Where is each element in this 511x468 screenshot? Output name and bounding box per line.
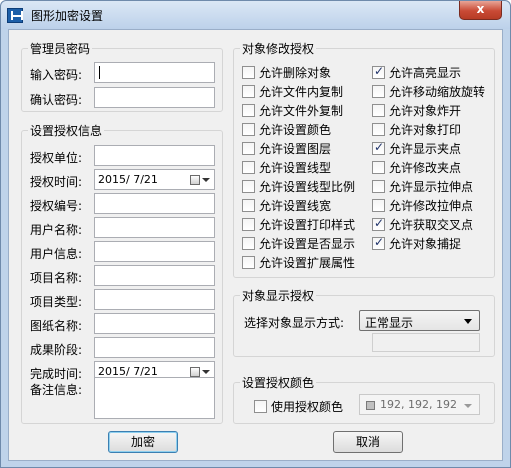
permission-label: 允许显示拉伸点 bbox=[389, 180, 474, 194]
permission-label: 允许设置线宽 bbox=[259, 199, 332, 213]
username-label: 用户名称: bbox=[30, 223, 83, 237]
drawing-name-label: 图纸名称: bbox=[30, 319, 83, 333]
checkbox-unchecked[interactable] bbox=[242, 256, 255, 269]
permission-label: 允许设置图层 bbox=[259, 142, 332, 156]
auth-color-value: 192, 192, 192 bbox=[380, 398, 457, 411]
permission-label: 允许对象打印 bbox=[389, 123, 462, 137]
auth-number-label: 授权编号: bbox=[30, 199, 83, 213]
color-swatch bbox=[366, 401, 375, 410]
project-type-input[interactable] bbox=[94, 289, 215, 310]
permission-label: 允许获取交叉点 bbox=[389, 218, 474, 232]
calendar-icon bbox=[190, 367, 200, 377]
remarks-label: 备注信息: bbox=[30, 383, 83, 397]
auth-number-input[interactable] bbox=[94, 193, 215, 214]
checkbox-checked[interactable] bbox=[372, 216, 385, 231]
checkbox-unchecked[interactable] bbox=[242, 85, 255, 98]
permission-label: 允许删除对象 bbox=[259, 66, 332, 80]
stage-label: 成果阶段: bbox=[30, 343, 83, 357]
permission-label: 允许设置扩展属性 bbox=[259, 256, 356, 270]
permission-label: 允许高亮显示 bbox=[389, 66, 462, 80]
permission-label: 允许显示夹点 bbox=[389, 142, 462, 156]
dialog-window: 图形加密设置 x 管理员密码 输入密码: 确认密码: 设置授权信息 授权单位: … bbox=[0, 0, 511, 468]
done-time-label: 完成时间: bbox=[30, 367, 83, 381]
checkbox-unchecked[interactable] bbox=[242, 123, 255, 136]
userinfo-label: 用户信息: bbox=[30, 247, 83, 261]
permission-label: 允许文件外复制 bbox=[259, 104, 344, 118]
username-input[interactable] bbox=[94, 217, 215, 238]
display-mode-select[interactable]: 正常显示 bbox=[359, 310, 480, 331]
permission-label: 允许对象捕捉 bbox=[389, 237, 462, 251]
checkbox-unchecked[interactable] bbox=[242, 237, 255, 250]
auth-time-picker[interactable]: 2015/ 7/21 bbox=[94, 169, 215, 190]
title-bar[interactable]: 图形加密设置 x bbox=[1, 1, 510, 29]
checkbox-unchecked[interactable] bbox=[242, 218, 255, 231]
checkbox-unchecked[interactable] bbox=[242, 199, 255, 212]
checkbox-box[interactable] bbox=[254, 400, 267, 413]
stage-input[interactable] bbox=[94, 337, 215, 358]
checkbox-unchecked[interactable] bbox=[372, 161, 385, 174]
checkbox-unchecked[interactable] bbox=[242, 161, 255, 174]
drawing-name-input[interactable] bbox=[94, 313, 215, 334]
admin-password-group-title: 管理员密码 bbox=[28, 40, 93, 57]
encrypt-button[interactable]: 加密 bbox=[108, 431, 178, 453]
password-input-label: 输入密码: bbox=[30, 68, 83, 82]
checkbox-unchecked[interactable] bbox=[372, 85, 385, 98]
checkbox-checked[interactable] bbox=[372, 140, 385, 155]
permission-label: 允许设置线型 bbox=[259, 161, 332, 175]
checkbox-unchecked[interactable] bbox=[242, 142, 255, 155]
chevron-down-icon bbox=[202, 178, 210, 182]
permission-label: 允许文件内复制 bbox=[259, 85, 344, 99]
dialog-client-area: 管理员密码 输入密码: 确认密码: 设置授权信息 授权单位: 授权时间: 201… bbox=[8, 29, 503, 461]
permission-label: 允许修改拉伸点 bbox=[389, 199, 474, 213]
app-icon bbox=[7, 8, 23, 23]
use-auth-color-label: 使用授权颜色 bbox=[271, 400, 344, 414]
checkbox-unchecked[interactable] bbox=[372, 180, 385, 193]
checkbox-unchecked[interactable] bbox=[242, 180, 255, 193]
project-name-input[interactable] bbox=[94, 265, 215, 286]
checkbox-checked[interactable] bbox=[372, 64, 385, 79]
auth-unit-input[interactable] bbox=[94, 145, 215, 166]
permission-label: 允许移动缩放旋转 bbox=[389, 85, 486, 99]
checkbox-unchecked[interactable] bbox=[372, 104, 385, 117]
checkbox-unchecked[interactable] bbox=[372, 199, 385, 212]
permission-label: 允许设置线型比例 bbox=[259, 180, 356, 194]
permission-label: 允许设置是否显示 bbox=[259, 237, 356, 251]
close-button[interactable]: x bbox=[459, 1, 502, 20]
password-confirm-input[interactable] bbox=[94, 87, 215, 108]
checkbox-unchecked[interactable] bbox=[372, 123, 385, 136]
password-input[interactable] bbox=[94, 62, 215, 83]
calendar-icon bbox=[190, 175, 200, 185]
auth-color-group-title: 设置授权颜色 bbox=[240, 374, 317, 391]
display-extra-field bbox=[372, 333, 480, 352]
project-type-label: 项目类型: bbox=[30, 295, 83, 309]
chevron-down-icon bbox=[202, 370, 210, 374]
permission-label: 允许对象炸开 bbox=[389, 104, 462, 118]
permission-label: 允许设置颜色 bbox=[259, 123, 332, 137]
userinfo-input[interactable] bbox=[94, 241, 215, 262]
checkbox-unchecked[interactable] bbox=[242, 66, 255, 79]
permissions-group-title: 对象修改授权 bbox=[240, 40, 317, 57]
permission-label: 允许设置打印样式 bbox=[259, 218, 356, 232]
display-mode-value: 正常显示 bbox=[365, 316, 414, 330]
auth-time-label: 授权时间: bbox=[30, 175, 83, 189]
checkbox-checked[interactable] bbox=[372, 235, 385, 250]
auth-info-group-title: 设置授权信息 bbox=[28, 122, 105, 139]
chevron-down-icon bbox=[464, 319, 472, 324]
cancel-button[interactable]: 取消 bbox=[333, 431, 403, 453]
permission-label: 允许修改夹点 bbox=[389, 161, 462, 175]
project-name-label: 项目名称: bbox=[30, 271, 83, 285]
remarks-textarea[interactable] bbox=[94, 377, 215, 419]
window-title: 图形加密设置 bbox=[31, 9, 104, 23]
checkbox-unchecked[interactable] bbox=[242, 104, 255, 117]
chevron-down-icon bbox=[464, 404, 472, 408]
display-auth-group-title: 对象显示授权 bbox=[240, 287, 317, 304]
auth-time-value: 2015/ 7/21 bbox=[98, 173, 158, 186]
auth-color-select: 192, 192, 192 bbox=[359, 394, 480, 415]
display-mode-label: 选择对象显示方式: bbox=[244, 316, 345, 330]
auth-unit-label: 授权单位: bbox=[30, 151, 83, 165]
text-caret bbox=[99, 66, 100, 79]
password-confirm-label: 确认密码: bbox=[30, 93, 83, 107]
